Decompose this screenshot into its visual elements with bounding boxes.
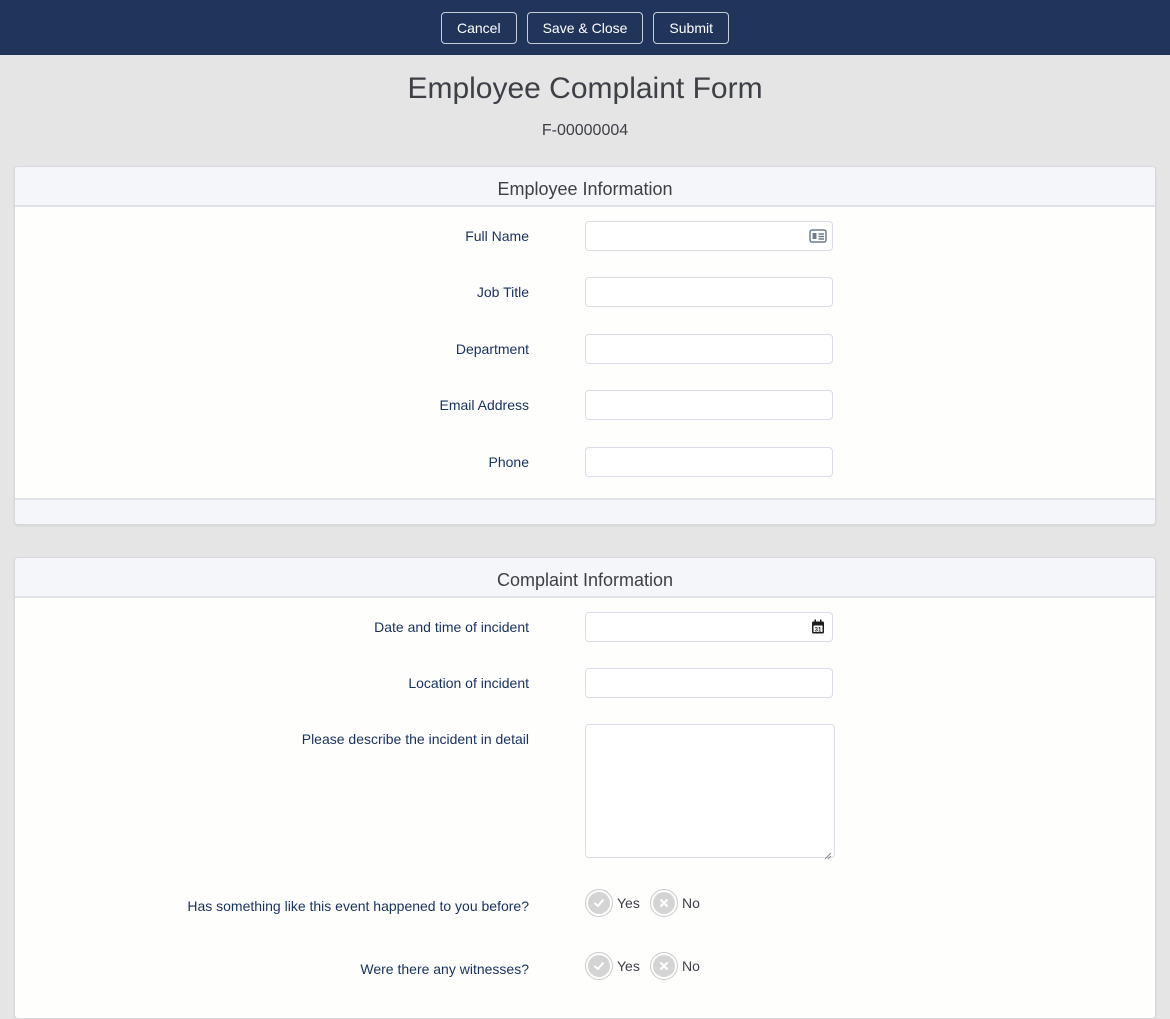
section-title: Complaint Information bbox=[15, 558, 1155, 598]
department-input[interactable] bbox=[585, 334, 833, 364]
contact-card-icon[interactable] bbox=[809, 228, 827, 244]
job-title-label: Job Title bbox=[476, 284, 529, 300]
location-label: Location of incident bbox=[408, 675, 529, 691]
happened-before-label: Has something like this event happened t… bbox=[187, 898, 529, 914]
close-icon bbox=[653, 955, 675, 977]
top-toolbar: Cancel Save & Close Submit bbox=[0, 0, 1170, 55]
happened-before-yes-option[interactable]: Yes bbox=[585, 889, 640, 917]
section-footer bbox=[15, 498, 1155, 524]
save-close-button[interactable]: Save & Close bbox=[526, 11, 644, 44]
check-button bbox=[585, 952, 613, 980]
yes-label: Yes bbox=[617, 958, 640, 974]
check-button bbox=[585, 889, 613, 917]
full-name-input[interactable] bbox=[585, 221, 833, 251]
datetime-input[interactable]: 31 bbox=[585, 612, 833, 642]
witnesses-no-option[interactable]: No bbox=[650, 952, 700, 980]
submit-button[interactable]: Submit bbox=[653, 11, 729, 44]
description-textarea[interactable] bbox=[585, 724, 835, 860]
phone-label: Phone bbox=[488, 454, 529, 470]
no-label: No bbox=[682, 895, 700, 911]
department-label: Department bbox=[455, 341, 529, 357]
check-icon bbox=[588, 955, 610, 977]
description-label: Please describe the incident in detail bbox=[301, 731, 529, 747]
check-icon bbox=[588, 892, 610, 914]
phone-input[interactable] bbox=[585, 447, 833, 477]
form-id: F-00000004 bbox=[541, 122, 629, 139]
happened-before-no-option[interactable]: No bbox=[650, 889, 700, 917]
job-title-input[interactable] bbox=[585, 277, 833, 307]
calendar-day-text: 31 bbox=[815, 627, 822, 633]
resize-handle-icon[interactable] bbox=[824, 847, 832, 860]
email-input[interactable] bbox=[585, 390, 833, 420]
x-button bbox=[650, 889, 678, 917]
x-button bbox=[650, 952, 678, 980]
datetime-label: Date and time of incident bbox=[374, 619, 529, 635]
full-name-label: Full Name bbox=[465, 228, 529, 244]
close-icon bbox=[653, 892, 675, 914]
calendar-icon[interactable]: 31 bbox=[809, 619, 827, 635]
employee-information-section: Employee Information Full Name Job Title… bbox=[14, 166, 1156, 525]
location-input[interactable] bbox=[585, 668, 833, 698]
no-label: No bbox=[682, 958, 700, 974]
email-label: Email Address bbox=[439, 397, 529, 413]
page-title: Employee Complaint Form bbox=[407, 72, 763, 105]
yes-label: Yes bbox=[617, 895, 640, 911]
section-title: Employee Information bbox=[15, 167, 1155, 207]
complaint-information-section: Complaint Information Date and time of i… bbox=[14, 557, 1156, 1019]
witnesses-label: Were there any witnesses? bbox=[360, 961, 529, 977]
cancel-button[interactable]: Cancel bbox=[441, 11, 517, 44]
witnesses-yes-option[interactable]: Yes bbox=[585, 952, 640, 980]
